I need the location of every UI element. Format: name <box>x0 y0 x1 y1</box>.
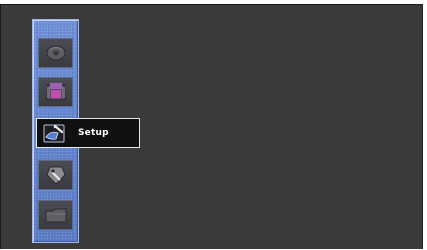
menu-item-movie[interactable] <box>38 77 73 107</box>
setup-icon <box>39 119 69 147</box>
menu-item-disc[interactable] <box>38 38 73 68</box>
disc-icon <box>45 44 67 62</box>
menu-item-setup[interactable]: Setup <box>36 118 140 148</box>
tag-icon <box>45 164 67 186</box>
menu-item-tag[interactable] <box>38 160 73 190</box>
screen: Setup <box>0 4 423 249</box>
folder-icon <box>44 205 68 225</box>
setup-label: Setup <box>78 128 109 138</box>
menu-item-folder[interactable] <box>38 200 73 230</box>
movie-icon <box>44 81 68 103</box>
